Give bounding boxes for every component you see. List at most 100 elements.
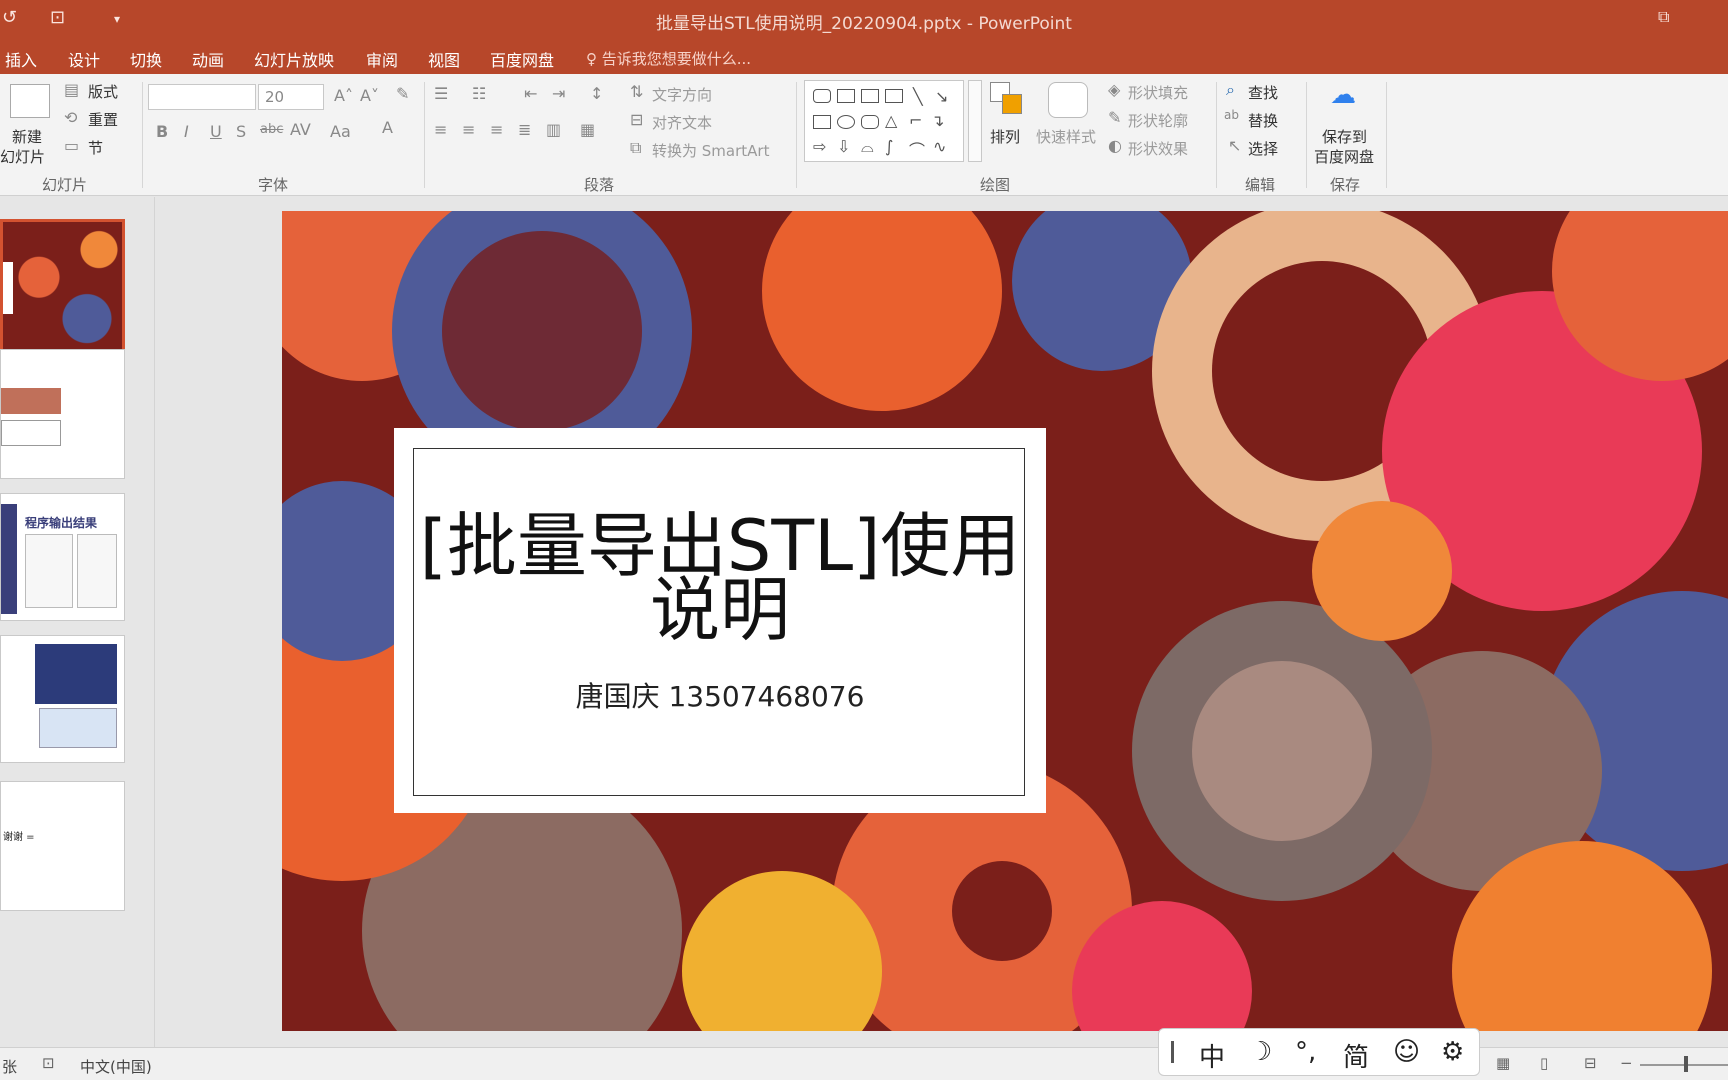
change-case-icon[interactable]: Aa <box>330 122 351 141</box>
tab-slideshow[interactable]: 幻灯片放映 <box>254 47 334 71</box>
rounded-rect-icon[interactable] <box>861 115 879 129</box>
oval-shape-icon[interactable] <box>837 115 855 129</box>
align-text-button[interactable]: 对齐文本 <box>652 112 712 133</box>
font-size-input[interactable]: 20 <box>258 84 324 110</box>
quick-styles-button[interactable]: 快速样式 <box>1036 126 1096 147</box>
down-arrow-icon[interactable]: ⇩ <box>837 137 850 156</box>
columns-icon[interactable]: ▦ <box>580 120 595 139</box>
zoom-out-icon[interactable]: − <box>1620 1054 1633 1072</box>
shape-fill-button[interactable]: 形状填充 <box>1128 82 1188 103</box>
shrink-font-icon[interactable]: A˅ <box>360 86 379 105</box>
select-button[interactable]: 选择 <box>1248 138 1278 159</box>
slide-subtitle[interactable]: 唐国庆 13507468076 <box>394 675 1046 715</box>
grow-font-icon[interactable]: A˄ <box>334 86 353 105</box>
save-baidu-button-line2[interactable]: 百度网盘 <box>1314 146 1374 167</box>
tab-baidu[interactable]: 百度网盘 <box>490 47 554 71</box>
ribbon-display-icon[interactable]: ⧉ <box>1658 7 1669 27</box>
line-spacing-icon[interactable]: ↕ <box>590 84 603 103</box>
save-baidu-button[interactable]: 保存到 <box>1322 126 1367 147</box>
separator <box>1216 82 1217 188</box>
text-direction-button[interactable]: 文字方向 <box>652 84 712 105</box>
bold-icon[interactable]: B <box>156 122 168 141</box>
hexagon-shape-icon[interactable] <box>813 89 831 103</box>
new-slide-icon[interactable] <box>10 84 50 118</box>
italic-icon[interactable]: I <box>184 122 189 141</box>
new-slide-button-line2[interactable]: 幻灯片 <box>0 146 45 167</box>
arrow-shape-icon[interactable]: ↘ <box>935 87 948 106</box>
replace-button[interactable]: 替换 <box>1248 110 1278 131</box>
tab-animations[interactable]: 动画 <box>192 47 224 71</box>
slide-canvas[interactable]: [批量导出STL]使用 说明 唐国庆 13507468076 <box>282 211 1728 1031</box>
shape-effects-button[interactable]: 形状效果 <box>1128 138 1188 159</box>
triangle-shape-icon[interactable]: △ <box>885 111 897 130</box>
bullets-icon[interactable]: ☰ <box>434 84 448 103</box>
textbox-shape-icon[interactable] <box>861 89 879 103</box>
ime-simplified[interactable]: 简 <box>1343 1037 1369 1074</box>
spelling-icon[interactable]: ⊡ <box>42 1054 55 1072</box>
slide-thumbnail-3[interactable]: 程序输出结果 <box>0 493 125 621</box>
new-slide-button[interactable]: 新建 <box>12 126 42 147</box>
slideshow-view-icon[interactable]: ⊟ <box>1584 1054 1597 1072</box>
ime-drag-handle[interactable] <box>1171 1041 1174 1063</box>
line-shape-icon[interactable]: ╲ <box>913 87 923 106</box>
vertical-textbox-icon[interactable] <box>885 89 903 103</box>
reset-button[interactable]: 重置 <box>88 109 118 130</box>
clear-format-icon[interactable]: ✎ <box>396 84 409 103</box>
decrease-indent-icon[interactable]: ⇤ <box>524 84 537 103</box>
align-right-icon[interactable]: ≡ <box>490 120 503 139</box>
justify-icon[interactable]: ≣ <box>518 120 531 139</box>
shapes-scroll[interactable] <box>968 80 982 162</box>
ime-halfwidth-icon[interactable]: ☽ <box>1249 1037 1272 1067</box>
scribble-icon[interactable]: ∿ <box>933 137 946 156</box>
tab-transitions[interactable]: 切换 <box>130 47 162 71</box>
ime-punctuation-icon[interactable]: °, <box>1295 1037 1316 1067</box>
tell-me-input[interactable]: ♀ 告诉我您想要做什么... <box>586 48 751 69</box>
normal-view-icon[interactable]: ▦ <box>1496 1054 1510 1072</box>
underline-icon[interactable]: U <box>210 122 222 141</box>
slide-title-line2: 说明 <box>650 569 790 651</box>
tab-design[interactable]: 设计 <box>68 47 100 71</box>
find-button[interactable]: 查找 <box>1248 82 1278 103</box>
smartart-button[interactable]: 转换为 SmartArt <box>652 140 769 161</box>
right-arrow-icon[interactable]: ⇨ <box>813 137 826 156</box>
ime-settings-icon[interactable]: ⚙ <box>1441 1037 1464 1067</box>
ime-chinese-mode[interactable]: 中 <box>1199 1037 1225 1074</box>
group-editing-label: 编辑 <box>1245 176 1276 194</box>
ime-toolbar[interactable]: 中 ☽ °, 简 ☺ ⚙ <box>1158 1028 1480 1076</box>
rectangle-shape-icon[interactable] <box>813 115 831 129</box>
shape-outline-button[interactable]: 形状轮廓 <box>1128 110 1188 131</box>
reading-view-icon[interactable]: ▯ <box>1540 1054 1548 1072</box>
arrange-button[interactable]: 排列 <box>990 126 1020 147</box>
ime-emoji-icon[interactable]: ☺ <box>1393 1037 1420 1067</box>
shadow-icon[interactable]: S <box>236 122 246 141</box>
char-spacing-icon[interactable]: AV <box>290 120 311 139</box>
slide-thumbnail-1[interactable] <box>0 219 125 357</box>
slide-thumbnail-4[interactable] <box>0 635 125 763</box>
language-status[interactable]: 中文(中国) <box>80 1056 152 1077</box>
font-color-icon[interactable]: A <box>382 118 393 137</box>
slide-title[interactable]: [批量导出STL]使用 说明 <box>394 511 1046 651</box>
font-name-input[interactable] <box>148 84 256 110</box>
zoom-slider-thumb[interactable] <box>1684 1056 1688 1072</box>
strikethrough-icon[interactable]: abc <box>260 122 283 137</box>
title-placeholder[interactable]: [批量导出STL]使用 说明 唐国庆 13507468076 <box>394 428 1046 813</box>
elbow-connector-icon[interactable]: ⌐ <box>909 111 922 130</box>
tab-view[interactable]: 视图 <box>428 47 460 71</box>
elbow-arrow-icon[interactable]: ↴ <box>931 111 944 130</box>
pentagon-shape-icon[interactable] <box>837 89 855 103</box>
shapes-gallery[interactable]: ╲ ↘ △ ⌐ ↴ ⇨ ⇩ ⌓ ∫ ⌒ ∿ <box>804 80 964 162</box>
section-button[interactable]: 节 <box>88 137 103 158</box>
curve-icon[interactable]: ⌒ <box>909 137 925 161</box>
align-center-icon[interactable]: ≡ <box>462 120 475 139</box>
freeform-icon[interactable]: ∫ <box>885 137 893 156</box>
tab-insert[interactable]: 插入 <box>5 47 37 71</box>
numbering-icon[interactable]: ☷ <box>472 84 486 103</box>
flowchart-icon[interactable]: ⌓ <box>861 137 874 157</box>
distributed-icon[interactable]: ▥ <box>546 120 561 139</box>
tab-review[interactable]: 审阅 <box>366 47 398 71</box>
align-left-icon[interactable]: ≡ <box>434 120 447 139</box>
increase-indent-icon[interactable]: ⇥ <box>552 84 565 103</box>
slide-thumbnail-5[interactable]: 谢谢 = <box>0 781 125 911</box>
slide-thumbnail-2[interactable] <box>0 349 125 479</box>
layout-button[interactable]: 版式 <box>88 81 118 102</box>
